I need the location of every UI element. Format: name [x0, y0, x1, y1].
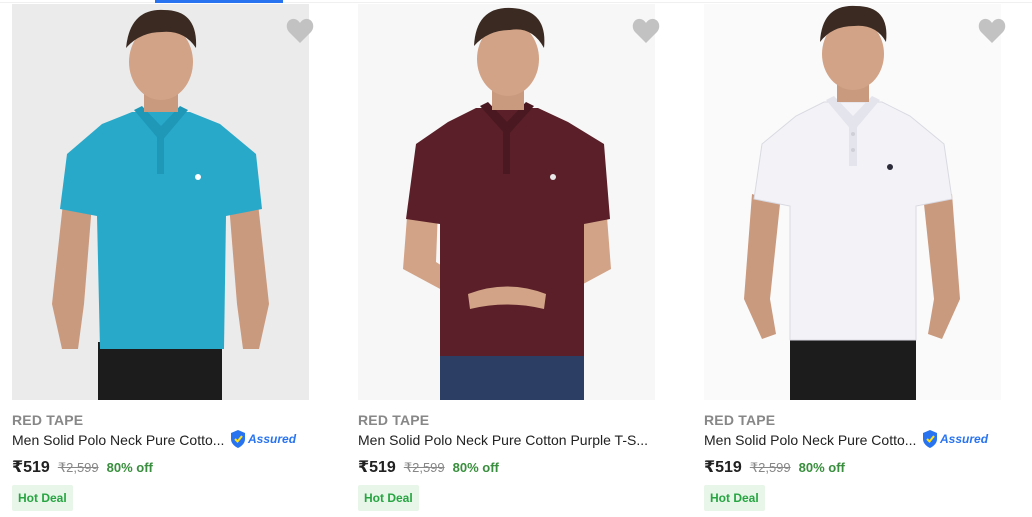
discount-label: 80% off	[798, 460, 845, 475]
brand-name: RED TAPE	[358, 412, 430, 428]
assured-badge: Assured	[230, 430, 296, 448]
product-image[interactable]	[704, 4, 1001, 400]
brand-name: RED TAPE	[704, 412, 776, 428]
original-price: ₹2,599	[57, 460, 99, 475]
selling-price: ₹519	[704, 459, 742, 476]
product-card[interactable]: RED TAPE Men Solid Polo Neck Pure Cotton…	[358, 4, 660, 517]
selling-price: ₹519	[12, 459, 50, 476]
product-title[interactable]: Men Solid Polo Neck Pure Cotton Purple T…	[358, 432, 648, 448]
wishlist-heart-icon[interactable]	[286, 18, 314, 44]
product-photo-model	[12, 4, 309, 400]
wishlist-heart-icon[interactable]	[632, 18, 660, 44]
discount-label: 80% off	[106, 460, 153, 475]
selling-price: ₹519	[358, 459, 396, 476]
assured-shield-icon	[231, 430, 245, 448]
product-card[interactable]: RED TAPE Men Solid Polo Neck Pure Cotto.…	[704, 4, 1006, 517]
product-image[interactable]	[12, 4, 309, 400]
product-title[interactable]: Men Solid Polo Neck Pure Cotto...	[12, 432, 224, 448]
original-price: ₹2,599	[403, 460, 445, 475]
price-row: ₹519 ₹2,599 80% off	[704, 457, 845, 477]
product-photo-model	[704, 4, 1001, 400]
price-row: ₹519 ₹2,599 80% off	[358, 457, 499, 477]
product-title[interactable]: Men Solid Polo Neck Pure Cotto...	[704, 432, 916, 448]
hot-deal-badge: Hot Deal	[12, 485, 73, 511]
price-row: ₹519 ₹2,599 80% off	[12, 457, 153, 477]
original-price: ₹2,599	[749, 460, 791, 475]
assured-badge: Assured	[922, 430, 988, 448]
wishlist-heart-icon[interactable]	[978, 18, 1006, 44]
hot-deal-badge: Hot Deal	[358, 485, 419, 511]
active-tab-indicator	[155, 0, 283, 3]
hot-deal-badge: Hot Deal	[704, 485, 765, 511]
discount-label: 80% off	[452, 460, 499, 475]
product-card[interactable]: RED TAPE Men Solid Polo Neck Pure Cotto.…	[12, 4, 314, 517]
assured-label: Assured	[940, 432, 989, 446]
product-image[interactable]	[358, 4, 655, 400]
brand-name: RED TAPE	[12, 412, 84, 428]
assured-shield-icon	[923, 430, 937, 448]
product-photo-model	[358, 4, 655, 400]
assured-label: Assured	[248, 432, 297, 446]
